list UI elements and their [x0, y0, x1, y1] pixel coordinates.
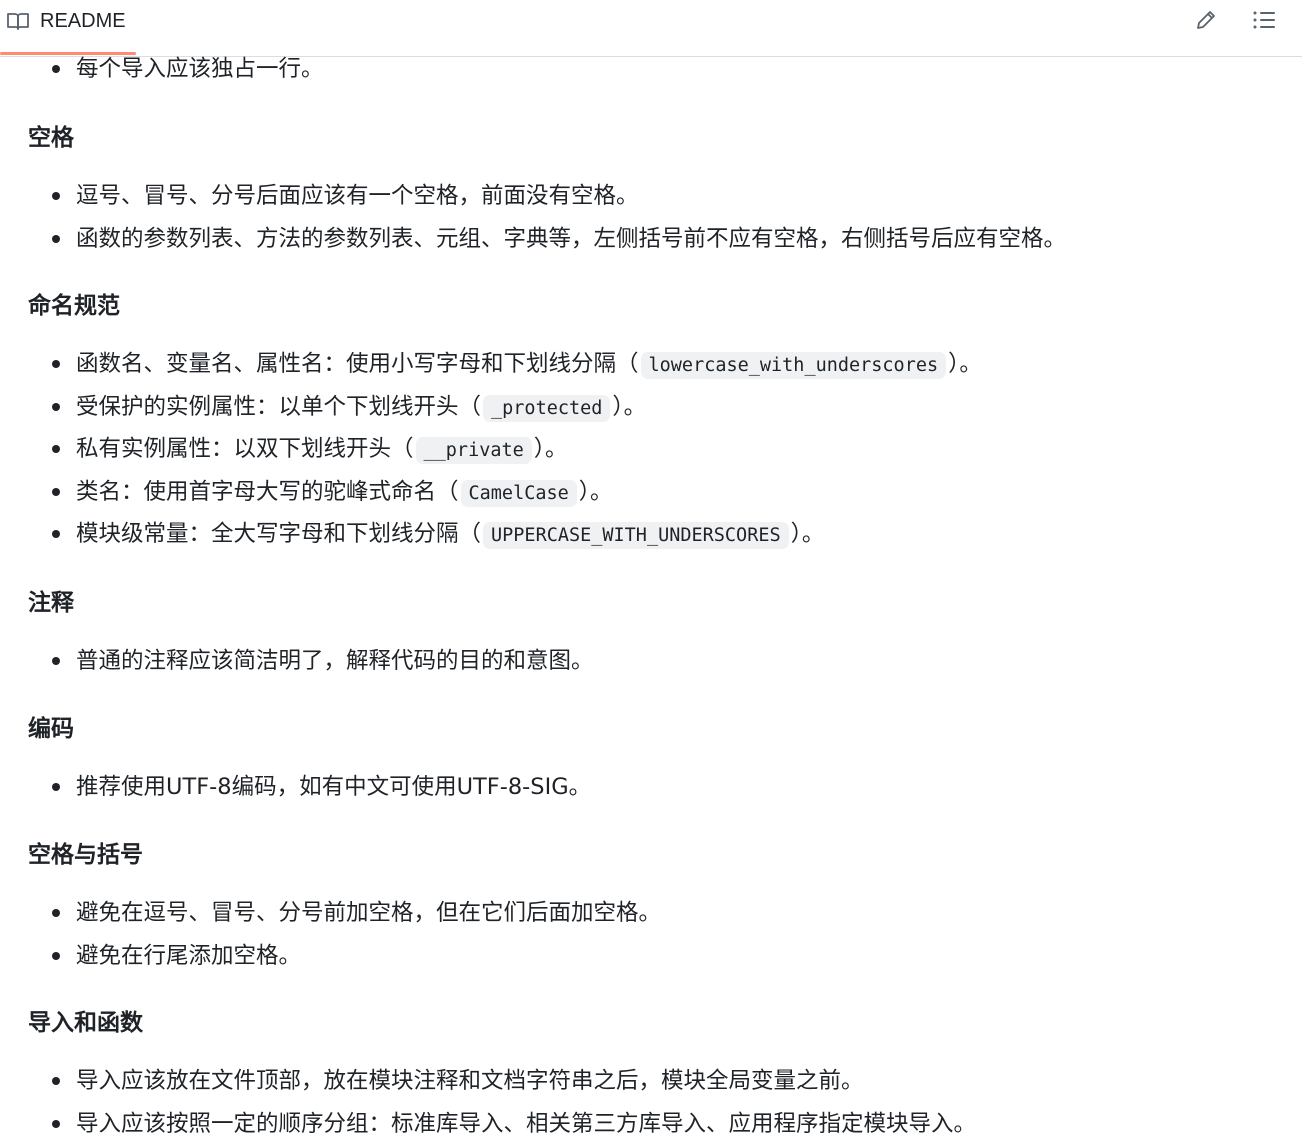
inline-code: CamelCase	[460, 479, 577, 507]
edit-button[interactable]	[1192, 8, 1220, 36]
list-item: 私有实例属性：以双下划线开头（ __private）。	[0, 428, 1290, 471]
naming-list: 函数名、变量名、属性名：使用小写字母和下划线分隔（ lowercase_with_…	[0, 343, 1290, 556]
list-item-tail: ）。	[790, 521, 825, 547]
list-item: 推荐使用UTF-8编码，如有中文可使用UTF-8-SIG。	[0, 766, 1290, 809]
list-item: 受保护的实例属性：以单个下划线开头（ _protected）。	[0, 386, 1290, 429]
spaces-brackets-list: 避免在逗号、冒号、分号前加空格，但在它们后面加空格。 避免在行尾添加空格。	[0, 892, 1290, 977]
heading-spaces: 空格	[28, 125, 74, 151]
inline-code: __private	[415, 437, 532, 464]
outline-button[interactable]	[1250, 8, 1278, 36]
pencil-icon	[1195, 9, 1217, 35]
tab-readme-label: README	[40, 10, 126, 32]
list-item-text: 导入应该放在文件顶部，放在模块注释和文档字符串之后，模块全局变量之前。	[76, 1068, 864, 1094]
list-item-text: 普通的注释应该简洁明了，解释代码的目的和意图。	[76, 648, 594, 674]
list-item: 模块级常量：全大写字母和下划线分隔（ UPPERCASE_WITH_UNDERSC…	[0, 513, 1290, 556]
list-item-text: 逗号、冒号、分号后面应该有一个空格，前面没有空格。	[76, 183, 639, 209]
list-item-text: 避免在逗号、冒号、分号前加空格，但在它们后面加空格。	[76, 900, 662, 926]
list-item: 导入应该按照一定的顺序分组：标准库导入、相关第三方库导入、应用程序指定模块导入。	[0, 1103, 1290, 1144]
list-item: 普通的注释应该简洁明了，解释代码的目的和意图。	[0, 640, 1290, 683]
comments-list: 普通的注释应该简洁明了，解释代码的目的和意图。	[0, 640, 1290, 683]
list-unordered-icon	[1252, 9, 1276, 35]
list-item-tail: ）。	[612, 393, 647, 420]
list-item: 每个导入应该独占一行。	[0, 48, 1290, 91]
book-icon	[6, 11, 30, 31]
list-item-text: 避免在行尾添加空格。	[76, 942, 302, 969]
heading-comments: 注释	[28, 590, 74, 616]
heading-spaces-brackets: 空格与括号	[28, 842, 143, 868]
list-item: 避免在行尾添加空格。	[0, 935, 1290, 978]
list-item-text: 函数名、变量名、属性名：使用小写字母和下划线分隔（	[76, 351, 639, 377]
list-item-text: 私有实例属性：以双下划线开头（	[76, 436, 414, 462]
list-item-text: 推荐使用UTF-8编码，如有中文可使用UTF-8-SIG。	[76, 774, 592, 800]
inline-code: UPPERCASE_WITH_UNDERSCORES	[483, 522, 789, 549]
list-item-tail: ）。	[533, 436, 568, 462]
inline-code: _protected	[483, 394, 611, 422]
encoding-list: 推荐使用UTF-8编码，如有中文可使用UTF-8-SIG。	[0, 766, 1290, 809]
spaces-list: 逗号、冒号、分号后面应该有一个空格，前面没有空格。 函数的参数列表、方法的参数列…	[0, 175, 1290, 260]
list-item: 函数名、变量名、属性名：使用小写字母和下划线分隔（ lowercase_with_…	[0, 343, 1290, 386]
list-item-tail: ）。	[948, 351, 982, 377]
heading-imports: 导入和函数	[28, 1010, 143, 1036]
list-item: 函数的参数列表、方法的参数列表、元组、字典等，左侧括号前不应有空格，右侧括号后应…	[0, 218, 1290, 261]
list-item-text: 函数的参数列表、方法的参数列表、元组、字典等，左侧括号前不应有空格，右侧括号后应…	[76, 225, 1067, 252]
list-item-text: 每个导入应该独占一行。	[76, 56, 324, 82]
list-item-tail: ）。	[578, 478, 613, 505]
imports-list: 导入应该放在文件顶部，放在模块注释和文档字符串之后，模块全局变量之前。 导入应该…	[0, 1060, 1290, 1144]
heading-encoding: 编码	[28, 716, 74, 742]
list-item: 类名：使用首字母大写的驼峰式命名（ CamelCase）。	[0, 471, 1290, 514]
intro-list: 每个导入应该独占一行。	[0, 48, 1290, 91]
list-item: 导入应该放在文件顶部，放在模块注释和文档字符串之后，模块全局变量之前。	[0, 1060, 1290, 1103]
list-item-text: 模块级常量：全大写字母和下划线分隔（	[76, 521, 482, 547]
readme-content: 每个导入应该独占一行。 空格 逗号、冒号、分号后面应该有一个空格，前面没有空格。…	[0, 48, 1302, 1144]
list-item-text: 类名：使用首字母大写的驼峰式命名（	[76, 478, 459, 505]
list-item-text: 受保护的实例属性：以单个下划线开头（	[76, 393, 482, 420]
list-item: 避免在逗号、冒号、分号前加空格，但在它们后面加空格。	[0, 892, 1290, 935]
inline-code: lowercase_with_underscores	[640, 352, 947, 379]
list-item: 逗号、冒号、分号后面应该有一个空格，前面没有空格。	[0, 175, 1290, 218]
heading-naming: 命名规范	[28, 293, 120, 319]
list-item-text: 导入应该按照一定的顺序分组：标准库导入、相关第三方库导入、应用程序指定模块导入。	[76, 1110, 977, 1137]
